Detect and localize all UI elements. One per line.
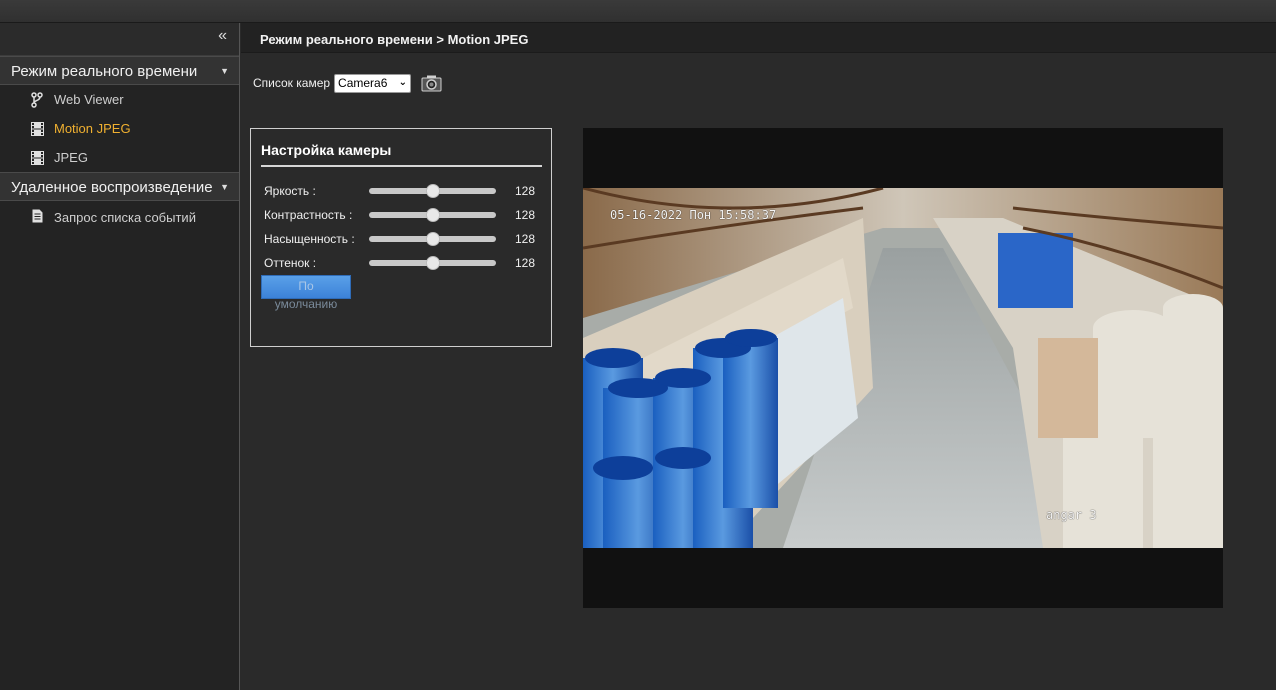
saturation-value: 128 — [515, 232, 536, 246]
settings-title: Настройка камеры — [261, 142, 542, 167]
default-button[interactable]: По умолчанию — [261, 275, 351, 311]
saturation-slider[interactable] — [369, 232, 496, 246]
hue-row: Оттенок : 128 — [264, 254, 544, 272]
camera-video-feed[interactable]: 05-16-2022 Пон 15:58:37 angar 3 — [583, 188, 1223, 548]
camera-list-label: Список камер — [253, 76, 331, 90]
sidebar-collapse-row: « — [0, 23, 239, 56]
slider-thumb[interactable] — [425, 184, 440, 198]
saturation-row: Насыщенность : 128 — [264, 230, 544, 248]
default-button-label-1: По — [298, 279, 314, 293]
camera-list-row: Список камер Camera6 ⌄ — [253, 72, 442, 94]
section-remote-playback[interactable]: Удаленное воспроизведение ▼ — [0, 172, 239, 201]
contrast-slider[interactable] — [369, 208, 496, 222]
warehouse-scene-image — [583, 188, 1223, 548]
collapse-icon[interactable]: « — [218, 27, 227, 45]
brightness-slider[interactable] — [369, 184, 496, 198]
section-live-mode[interactable]: Режим реального времени ▼ — [0, 56, 239, 85]
sidebar-item-jpeg[interactable]: JPEG — [0, 143, 239, 172]
sidebar-item-label: Web Viewer — [54, 92, 124, 107]
slider-thumb[interactable] — [425, 256, 440, 270]
brightness-label: Яркость : — [264, 184, 316, 198]
sidebar-item-event-list[interactable]: Запрос списка событий — [0, 201, 239, 230]
camera-settings-panel: Настройка камеры Яркость : 128 Контрастн… — [250, 128, 552, 347]
fork-icon — [30, 85, 44, 114]
sidebar-item-label: Motion JPEG — [54, 121, 131, 136]
sidebar: « Режим реального времени ▼ Web Viewer M… — [0, 23, 240, 690]
slider-thumb[interactable] — [425, 232, 440, 246]
contrast-value: 128 — [515, 208, 536, 222]
top-bar — [0, 0, 1276, 23]
camera-select[interactable]: Camera6 ⌄ — [334, 73, 412, 93]
sidebar-item-label: JPEG — [54, 150, 88, 165]
contrast-label: Контрастность : — [264, 208, 353, 222]
caret-down-icon: ▼ — [220, 182, 229, 192]
brightness-row: Яркость : 128 — [264, 182, 544, 200]
camera-select-value: Camera6 — [338, 76, 388, 90]
film-icon — [30, 143, 44, 172]
video-timestamp: 05-16-2022 Пон 15:58:37 — [610, 208, 777, 222]
document-icon — [30, 201, 44, 230]
video-camera-name: angar 3 — [1046, 508, 1097, 522]
breadcrumb: Режим реального времени > Motion JPEG — [241, 23, 1276, 53]
film-icon — [30, 114, 44, 143]
contrast-row: Контрастность : 128 — [264, 206, 544, 224]
chevron-down-icon: ⌄ — [398, 76, 408, 88]
video-frame: 05-16-2022 Пон 15:58:37 angar 3 — [583, 128, 1223, 608]
hue-value: 128 — [515, 256, 536, 270]
brightness-value: 128 — [515, 184, 536, 198]
snapshot-camera-icon[interactable] — [421, 74, 442, 92]
default-button-label-2: умолчанию — [274, 297, 338, 311]
sidebar-item-label: Запрос списка событий — [54, 210, 196, 225]
section-remote-playback-label: Удаленное воспроизведение — [11, 179, 213, 196]
sidebar-item-web-viewer[interactable]: Web Viewer — [0, 85, 239, 114]
caret-down-icon: ▼ — [220, 66, 229, 76]
main-content: Режим реального времени > Motion JPEG Сп… — [241, 23, 1276, 690]
section-live-mode-label: Режим реального времени — [11, 63, 198, 80]
slider-thumb[interactable] — [425, 208, 440, 222]
hue-label: Оттенок : — [264, 256, 317, 270]
sidebar-item-motion-jpeg[interactable]: Motion JPEG — [0, 114, 239, 143]
saturation-label: Насыщенность : — [264, 232, 355, 246]
hue-slider[interactable] — [369, 256, 496, 270]
